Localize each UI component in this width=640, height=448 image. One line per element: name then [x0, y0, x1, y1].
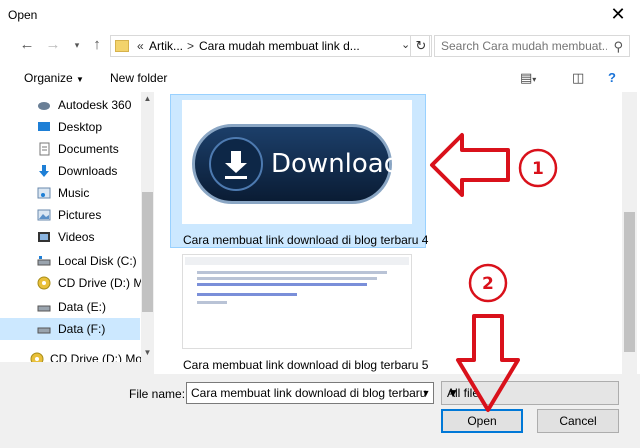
download-image-text: Download — [271, 149, 401, 179]
back-arrow-icon[interactable]: ← — [18, 36, 36, 54]
address-bar[interactable]: « Artik... > Cara mudah membuat link d..… — [110, 35, 430, 57]
sidebar-item-label: Videos — [58, 230, 95, 244]
document-text-preview — [197, 277, 377, 280]
command-bar: Organize ▼ New folder ▤▾ ◫ ? — [0, 64, 640, 92]
document-text-preview — [197, 301, 227, 304]
folder-icon — [115, 40, 129, 52]
new-folder-button[interactable]: New folder — [110, 71, 167, 85]
music-icon — [37, 187, 51, 199]
forward-arrow-icon[interactable]: → — [44, 36, 62, 54]
sidebar-item-data-f[interactable]: Data (F:) — [0, 318, 140, 340]
refresh-icon[interactable]: ↻ — [410, 35, 432, 57]
organize-label: Organize — [24, 71, 73, 85]
sidebar-item-videos[interactable]: Videos — [0, 226, 140, 248]
chevron-down-icon[interactable]: ▼ — [419, 382, 433, 404]
up-arrow-icon[interactable]: ↑ — [88, 36, 106, 54]
disk-icon — [37, 305, 51, 312]
content-scroll-thumb[interactable] — [624, 212, 635, 352]
breadcrumb-separator[interactable]: > — [187, 39, 194, 53]
sidebar-item-label: Pictures — [58, 208, 102, 222]
sidebar-item-label: Documents — [58, 142, 119, 156]
sidebar-item-label: Music — [58, 186, 90, 200]
file-thumbnail[interactable] — [182, 254, 412, 349]
disk-icon — [37, 327, 51, 334]
sidebar-item-local-disk-c[interactable]: Local Disk (C:) — [0, 250, 140, 272]
file-name-field[interactable]: Cara membuat link download di blog terba… — [186, 382, 434, 404]
document-toolbar-preview — [185, 257, 409, 265]
pictures-icon — [37, 209, 51, 221]
sidebar-item-label: Downloads — [58, 164, 118, 178]
file-name-label[interactable]: Cara membuat link download di blog terba… — [183, 358, 428, 372]
preview-pane-icon[interactable]: ◫ — [572, 70, 584, 86]
navigation-pane: Autodesk 360 Desktop Documents Downloads… — [0, 92, 155, 374]
view-options-icon[interactable]: ▤▾ — [520, 70, 536, 86]
open-button[interactable]: Open — [441, 409, 523, 433]
window-title: Open — [8, 8, 38, 22]
title-bar: Open ✕ — [0, 0, 640, 30]
document-link-preview — [197, 283, 367, 286]
chevron-down-icon: ▼ — [447, 386, 459, 400]
sidebar-item-label: Autodesk 360 — [58, 98, 132, 112]
sidebar-item-label: Data (F:) — [58, 322, 106, 336]
sidebar-scroll-thumb[interactable] — [142, 192, 153, 312]
document-link-preview — [197, 293, 297, 296]
search-icon[interactable]: ⚲ — [613, 39, 623, 55]
downloads-icon — [39, 165, 49, 177]
disk-icon — [37, 256, 51, 266]
sidebar-horizontal-scrollbar[interactable] — [0, 362, 154, 374]
documents-icon — [39, 142, 50, 156]
sidebar-item-documents[interactable]: Documents — [0, 138, 140, 160]
desktop-icon — [38, 122, 50, 131]
search-input[interactable] — [441, 39, 607, 53]
scroll-up-icon[interactable]: ▲ — [141, 92, 154, 106]
breadcrumb-overflow[interactable]: « — [137, 39, 144, 53]
breadcrumb-item[interactable]: Artik... — [149, 39, 183, 53]
help-icon[interactable]: ? — [608, 70, 616, 85]
file-type-select[interactable]: All file ▼ — [441, 381, 619, 405]
recent-dropdown-icon[interactable]: ▾ — [68, 36, 86, 54]
file-name-field-label: File name: — [129, 387, 186, 401]
sidebar-item-music[interactable]: Music — [0, 182, 140, 204]
file-name-value: Cara membuat link download di blog terba… — [191, 386, 427, 400]
videos-icon — [38, 232, 50, 242]
close-icon[interactable]: ✕ — [604, 2, 632, 26]
sidebar-item-label: Data (E:) — [58, 300, 107, 314]
sidebar-item-pictures[interactable]: Pictures — [0, 204, 140, 226]
chevron-down-icon: ▼ — [76, 75, 84, 84]
search-box[interactable]: ⚲ — [434, 35, 630, 57]
sidebar-item-label: CD Drive (D:) Mo — [58, 276, 150, 290]
file-name-label[interactable]: Cara membuat link download di blog terba… — [183, 233, 428, 247]
cancel-button[interactable]: Cancel — [537, 409, 619, 433]
sidebar-item-autodesk-360[interactable]: Autodesk 360 — [0, 94, 140, 116]
address-dropdown-icon[interactable]: ⌄ — [401, 38, 410, 51]
cloud-icon — [38, 102, 50, 110]
sidebar-item-label: Local Disk (C:) — [58, 254, 137, 268]
document-text-preview — [197, 271, 387, 274]
sidebar-item-desktop[interactable]: Desktop — [0, 116, 140, 138]
annotation-label-2: 2 — [482, 274, 494, 294]
scroll-down-icon[interactable]: ▼ — [141, 346, 154, 360]
cd-drive-icon — [37, 276, 51, 290]
sidebar-item-downloads[interactable]: Downloads — [0, 160, 140, 182]
breadcrumb-item[interactable]: Cara mudah membuat link d... — [199, 39, 360, 53]
organize-button[interactable]: Organize ▼ — [24, 71, 84, 85]
annotation-label-1: 1 — [532, 159, 544, 179]
sidebar-item-cd-drive-d[interactable]: CD Drive (D:) Mo — [0, 272, 150, 294]
sidebar-item-label: Desktop — [58, 120, 103, 134]
download-button-image: Download — [192, 124, 400, 204]
sidebar-item-data-e[interactable]: Data (E:) — [0, 296, 140, 318]
download-arrow-icon — [209, 137, 263, 191]
